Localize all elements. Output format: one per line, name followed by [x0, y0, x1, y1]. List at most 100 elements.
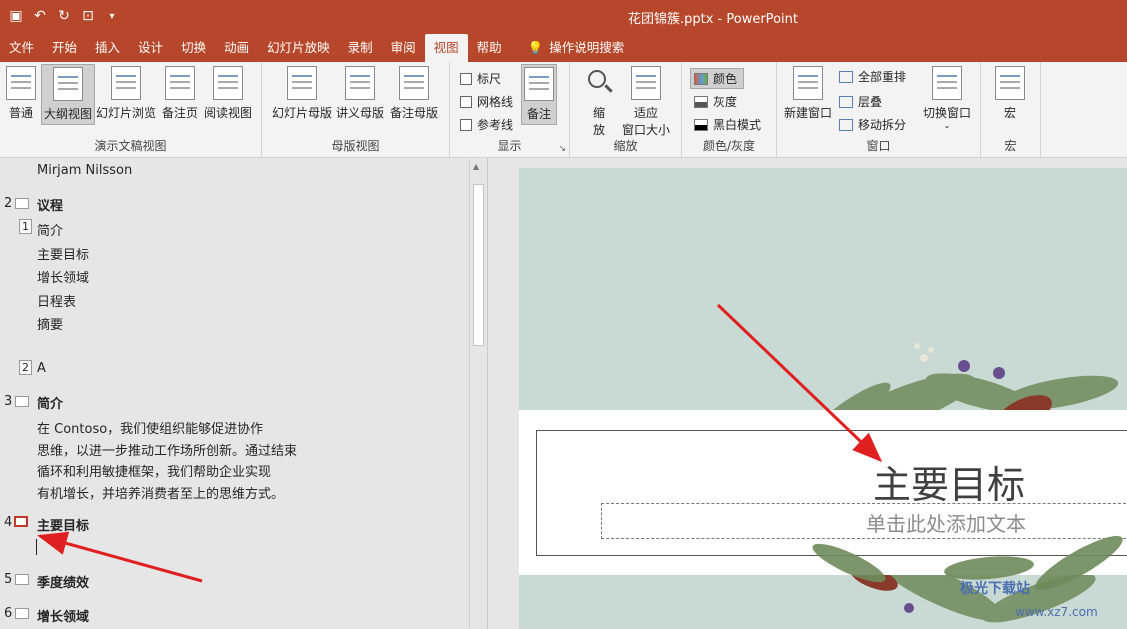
- slide-number: 6: [4, 606, 13, 621]
- slide-icon[interactable]: [15, 574, 29, 585]
- tab-home[interactable]: 开始: [43, 34, 86, 62]
- group-zoom: 缩 放 适应 窗口大小 缩放: [570, 62, 682, 158]
- outline-level-badge: 2: [19, 360, 32, 375]
- outline-view-button[interactable]: 大纲视图: [41, 64, 96, 125]
- handout-master-icon: [345, 66, 375, 100]
- ribbon-tabs: 文件 开始 插入 设计 切换 动画 幻灯片放映 录制 审阅 视图 帮助 💡 操作…: [0, 32, 1127, 62]
- tab-view[interactable]: 视图: [424, 34, 468, 62]
- group-label-macro: 宏: [1004, 139, 1017, 153]
- notes-page-button[interactable]: 备注页: [162, 66, 198, 121]
- group-macro: 宏 宏: [981, 62, 1041, 158]
- slide-title[interactable]: 主要目标: [37, 515, 89, 534]
- outline-item[interactable]: 摘要: [37, 314, 63, 333]
- slide-sorter-icon: [111, 66, 141, 100]
- quick-access-toolbar: ▣ ↶ ↻ ⊡ ▾: [6, 6, 122, 26]
- redo-icon[interactable]: ↻: [54, 6, 74, 26]
- group-label-master-views: 母版视图: [331, 139, 380, 153]
- outline-view-icon: [53, 67, 83, 101]
- author-line[interactable]: Mirjam Nilsson: [37, 163, 132, 178]
- scrollbar-thumb[interactable]: [473, 184, 484, 346]
- slide-title[interactable]: 简介: [37, 393, 63, 412]
- macro-icon: [995, 66, 1025, 100]
- outline-item[interactable]: 增长领域: [37, 267, 89, 286]
- slide-icon[interactable]: [15, 396, 29, 407]
- outline-body-line[interactable]: 在 Contoso，我们使组织能够促进协作: [37, 418, 263, 437]
- tab-design[interactable]: 设计: [129, 34, 172, 62]
- slide-master-button[interactable]: 幻灯片母版: [272, 66, 332, 121]
- outline-pane[interactable]: Mirjam Nilsson 2 议程 1 简介 主要目标 增长领域 日程表 摘…: [0, 158, 488, 629]
- slide-number: 3: [4, 394, 13, 409]
- save-icon[interactable]: ▣: [6, 6, 26, 26]
- slide-title[interactable]: 增长领域: [37, 606, 89, 625]
- outline-item[interactable]: 日程表: [37, 291, 76, 310]
- guides-checkbox[interactable]: 参考线: [460, 116, 513, 133]
- slide-icon-highlighted[interactable]: [14, 516, 28, 527]
- group-label-color: 颜色/灰度: [702, 139, 756, 153]
- outline-body-line[interactable]: 循环和利用敏捷框架，我们帮助企业实现: [37, 461, 271, 480]
- new-window-button[interactable]: 新建窗口: [784, 66, 832, 121]
- switch-window-button[interactable]: 切换窗口 ⌄: [923, 66, 971, 130]
- reading-view-button[interactable]: 阅读视图: [204, 66, 252, 121]
- move-split-icon: [839, 118, 853, 131]
- fit-window-icon: [631, 66, 661, 100]
- color-swatch-icon: [694, 72, 708, 85]
- normal-view-icon: [6, 66, 36, 100]
- tab-transitions[interactable]: 切换: [172, 34, 215, 62]
- grayscale-button[interactable]: 灰度: [694, 93, 737, 110]
- slide-number: 2: [4, 196, 13, 211]
- outline-scrollbar[interactable]: ▲: [469, 158, 486, 629]
- slide-sorter-button[interactable]: 幻灯片浏览: [96, 66, 156, 121]
- tab-help[interactable]: 帮助: [468, 34, 511, 62]
- customize-icon[interactable]: ▾: [102, 6, 122, 26]
- slide-title[interactable]: 季度绩效: [37, 572, 89, 591]
- macros-button[interactable]: 宏: [995, 66, 1025, 121]
- switch-window-icon: [932, 66, 962, 100]
- ribbon-view: 普通 大纲视图 幻灯片浏览 备注页 阅读视图 演示文稿视图 幻灯片母版 讲义母版…: [0, 62, 1127, 158]
- undo-icon[interactable]: ↶: [30, 6, 50, 26]
- tab-animations[interactable]: 动画: [215, 34, 258, 62]
- outline-item[interactable]: 主要目标: [37, 244, 89, 263]
- handout-master-button[interactable]: 讲义母版: [336, 66, 384, 121]
- dialog-launcher-icon[interactable]: ↘: [558, 144, 566, 154]
- outline-item[interactable]: 简介: [37, 220, 63, 239]
- notes-button[interactable]: 备注: [521, 64, 557, 125]
- notes-master-button[interactable]: 备注母版: [390, 66, 438, 121]
- fit-to-window-button[interactable]: 适应 窗口大小: [622, 66, 670, 138]
- slide-title[interactable]: 议程: [37, 195, 63, 214]
- group-label-zoom: 缩放: [613, 139, 638, 153]
- black-white-button[interactable]: 黑白模式: [694, 116, 761, 133]
- black-white-swatch-icon: [694, 118, 708, 131]
- tab-file[interactable]: 文件: [0, 34, 43, 62]
- scroll-up-icon[interactable]: ▲: [473, 162, 479, 171]
- group-label-show: 显示: [497, 139, 522, 153]
- cascade-button[interactable]: 层叠: [839, 93, 882, 110]
- color-button[interactable]: 颜色: [690, 68, 745, 89]
- title-bar: ▣ ↶ ↻ ⊡ ▾ 花团锦簇.pptx - PowerPoint: [0, 0, 1127, 32]
- tab-slideshow[interactable]: 幻灯片放映: [258, 34, 339, 62]
- present-icon[interactable]: ⊡: [78, 6, 98, 26]
- tab-insert[interactable]: 插入: [86, 34, 129, 62]
- move-split-button[interactable]: 移动拆分: [839, 116, 906, 133]
- tell-me-search[interactable]: 💡 操作说明搜索: [519, 34, 634, 62]
- gridlines-checkbox[interactable]: 网格线: [460, 93, 513, 110]
- slide-number: 5: [4, 572, 13, 587]
- slide-number: 4: [4, 515, 13, 530]
- zoom-button[interactable]: 缩 放: [584, 66, 614, 138]
- tab-record[interactable]: 录制: [339, 34, 382, 62]
- slide[interactable]: 主要目标 单击此处添加文本: [519, 168, 1127, 629]
- tell-me-label: 操作说明搜索: [549, 40, 625, 55]
- ruler-checkbox[interactable]: 标尺: [460, 70, 501, 87]
- slide-icon[interactable]: [15, 198, 29, 209]
- arrange-all-button[interactable]: 全部重排: [839, 68, 906, 85]
- watermark-url: www.xz7.com: [1015, 605, 1098, 619]
- outline-body-line[interactable]: 思维，以进一步推动工作场所创新。通过结束: [37, 440, 297, 459]
- chevron-down-icon: ⌄: [943, 121, 951, 130]
- normal-view-button[interactable]: 普通: [6, 66, 36, 121]
- outline-item[interactable]: A: [37, 361, 46, 376]
- outline-body-line[interactable]: 有机增长，并培养消费者至上的思维方式。: [37, 483, 284, 502]
- group-presentation-views: 普通 大纲视图 幻灯片浏览 备注页 阅读视图 演示文稿视图: [0, 62, 262, 158]
- slide-icon[interactable]: [15, 608, 29, 619]
- tab-review[interactable]: 审阅: [382, 34, 425, 62]
- grayscale-swatch-icon: [694, 95, 708, 108]
- arrange-all-icon: [839, 70, 853, 83]
